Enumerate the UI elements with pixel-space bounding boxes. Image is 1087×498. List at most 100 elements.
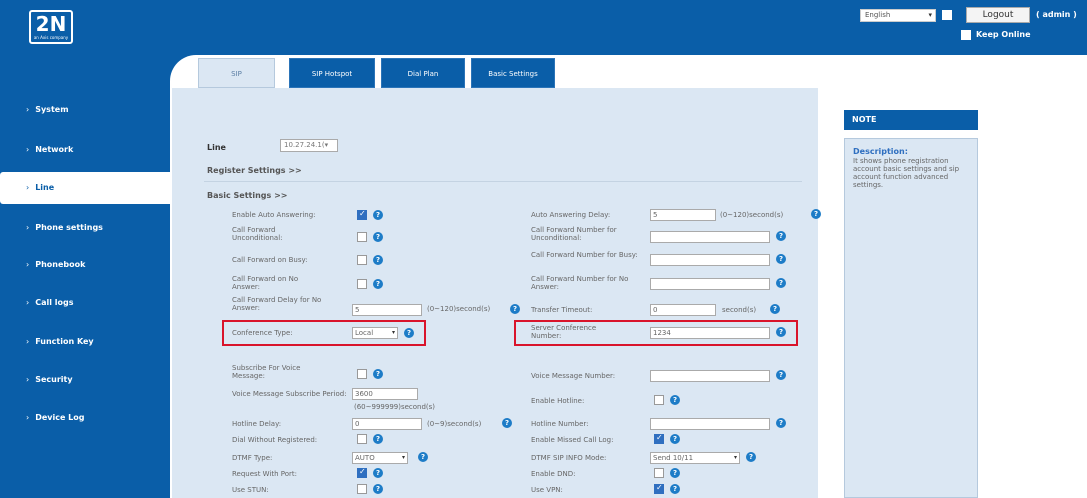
cf-number-busy-input[interactable] bbox=[650, 254, 770, 266]
help-icon[interactable]: ? bbox=[373, 255, 383, 265]
conference-type-select[interactable]: Local ▾ bbox=[352, 327, 398, 339]
help-icon[interactable]: ? bbox=[502, 418, 512, 428]
sidebar-item-label: System bbox=[35, 105, 69, 114]
dtmf-sip-info-mode-label: DTMF SIP INFO Mode: bbox=[531, 454, 607, 462]
call-forward-unconditional-checkbox[interactable] bbox=[357, 232, 367, 242]
help-icon[interactable]: ? bbox=[510, 304, 520, 314]
transfer-timeout-unit: second(s) bbox=[722, 306, 757, 314]
sidebar-item-label: Call logs bbox=[35, 298, 74, 307]
help-icon[interactable]: ? bbox=[373, 210, 383, 220]
logout-button[interactable]: Logout bbox=[966, 7, 1030, 23]
sidebar-item-function-key[interactable]: › Function Key bbox=[0, 327, 170, 357]
voice-message-subscribe-period-input[interactable]: 3600 bbox=[352, 388, 418, 400]
help-icon[interactable]: ? bbox=[776, 418, 786, 428]
enable-missed-call-log-checkbox[interactable] bbox=[654, 433, 664, 444]
sidebar-item-system[interactable]: › System bbox=[0, 95, 170, 125]
cf-number-unconditional-input[interactable] bbox=[650, 231, 770, 243]
sidebar-item-phone-settings[interactable]: › Phone settings bbox=[0, 213, 170, 243]
enable-hotline-label: Enable Hotline: bbox=[531, 397, 585, 405]
help-icon[interactable]: ? bbox=[670, 434, 680, 444]
hotline-delay-input[interactable]: 0 bbox=[352, 418, 422, 430]
note-header: NOTE bbox=[844, 110, 978, 130]
use-vpn-checkbox[interactable] bbox=[654, 483, 664, 494]
help-icon[interactable]: ? bbox=[811, 209, 821, 219]
cf-number-unconditional-label: Call Forward Number for Unconditional: bbox=[531, 226, 617, 242]
help-icon[interactable]: ? bbox=[404, 328, 414, 338]
hotline-delay-unit: (0~9)second(s) bbox=[427, 420, 482, 428]
bullet-icon: › bbox=[26, 260, 30, 269]
sidebar-item-security[interactable]: › Security bbox=[0, 365, 170, 395]
sidebar-item-call-logs[interactable]: › Call logs bbox=[0, 288, 170, 318]
note-title: Description: bbox=[853, 147, 908, 156]
logo: 2N an Axis company bbox=[29, 10, 73, 44]
help-icon[interactable]: ? bbox=[373, 279, 383, 289]
call-forward-on-busy-checkbox[interactable] bbox=[357, 255, 367, 265]
sidebar-item-label: Phonebook bbox=[35, 260, 86, 269]
sidebar-item-label: Network bbox=[35, 145, 74, 154]
help-icon[interactable]: ? bbox=[373, 434, 383, 444]
help-icon[interactable]: ? bbox=[418, 452, 428, 462]
enable-hotline-checkbox[interactable] bbox=[654, 395, 664, 405]
bullet-icon: › bbox=[26, 223, 30, 232]
sidebar-item-label: Function Key bbox=[35, 337, 94, 346]
call-forward-unconditional-label: Call Forward Unconditional: bbox=[232, 226, 283, 242]
register-settings-toggle[interactable]: Register Settings >> bbox=[207, 166, 302, 175]
hotline-number-input[interactable] bbox=[650, 418, 770, 430]
dtmf-type-select[interactable]: AUTO ▾ bbox=[352, 452, 408, 464]
keep-online-checkbox[interactable] bbox=[961, 30, 971, 40]
sidebar-item-label: Device Log bbox=[35, 413, 85, 422]
sidebar-item-phonebook[interactable]: › Phonebook bbox=[0, 250, 170, 280]
cf-number-no-answer-input[interactable] bbox=[650, 278, 770, 290]
help-icon[interactable]: ? bbox=[373, 484, 383, 494]
cf-number-no-answer-label: Call Forward Number for No Answer: bbox=[531, 275, 629, 291]
tab-basic-settings[interactable]: Basic Settings bbox=[471, 58, 555, 88]
basic-settings-toggle[interactable]: Basic Settings >> bbox=[207, 191, 287, 200]
help-icon[interactable]: ? bbox=[373, 232, 383, 242]
help-icon[interactable]: ? bbox=[776, 327, 786, 337]
help-icon[interactable]: ? bbox=[373, 369, 383, 379]
request-with-port-checkbox[interactable] bbox=[357, 467, 367, 478]
bullet-icon: › bbox=[26, 413, 30, 422]
dtmf-sip-info-mode-select[interactable]: Send 10/11 ▾ bbox=[650, 452, 740, 464]
enable-auto-answering-checkbox[interactable] bbox=[357, 209, 367, 220]
call-forward-delay-input[interactable]: 5 bbox=[352, 304, 422, 316]
help-icon[interactable]: ? bbox=[770, 304, 780, 314]
user-label: ( admin ) bbox=[1036, 10, 1077, 19]
use-vpn-label: Use VPN: bbox=[531, 486, 563, 494]
help-icon[interactable]: ? bbox=[776, 231, 786, 241]
use-stun-checkbox[interactable] bbox=[357, 484, 367, 494]
dtmf-type-label: DTMF Type: bbox=[232, 454, 273, 462]
tab-dial-plan[interactable]: Dial Plan bbox=[381, 58, 465, 88]
server-conference-number-label: Server Conference Number: bbox=[531, 324, 597, 340]
help-icon[interactable]: ? bbox=[670, 468, 680, 478]
sidebar-item-line[interactable]: › Line bbox=[0, 172, 172, 204]
help-icon[interactable]: ? bbox=[776, 370, 786, 380]
help-icon[interactable]: ? bbox=[776, 254, 786, 264]
help-icon[interactable]: ? bbox=[746, 452, 756, 462]
subscribe-voice-message-checkbox[interactable] bbox=[357, 369, 367, 379]
call-forward-on-no-answer-checkbox[interactable] bbox=[357, 279, 367, 289]
dial-without-registered-checkbox[interactable] bbox=[357, 434, 367, 444]
auto-answering-delay-input[interactable]: 5 bbox=[650, 209, 716, 221]
sidebar-item-device-log[interactable]: › Device Log bbox=[0, 403, 170, 433]
sidebar-item-network[interactable]: › Network bbox=[0, 135, 170, 165]
help-icon[interactable]: ? bbox=[670, 484, 680, 494]
bullet-icon: › bbox=[26, 375, 30, 384]
sidebar-item-label: Phone settings bbox=[35, 223, 103, 232]
hotline-number-label: Hotline Number: bbox=[531, 420, 589, 428]
line-label: Line bbox=[207, 143, 226, 152]
line-select[interactable]: 10.27.24.1(▾ bbox=[280, 139, 338, 152]
help-icon[interactable]: ? bbox=[373, 468, 383, 478]
voice-message-number-input[interactable] bbox=[650, 370, 770, 382]
note-text: It shows phone registration account basi… bbox=[853, 157, 960, 189]
enable-dnd-checkbox[interactable] bbox=[654, 468, 664, 478]
server-conference-number-input[interactable]: 1234 bbox=[650, 327, 770, 339]
call-forward-on-busy-label: Call Forward on Busy: bbox=[232, 256, 308, 264]
tab-sip-hotspot[interactable]: SIP Hotspot bbox=[289, 58, 375, 88]
tab-sip[interactable]: SIP bbox=[198, 58, 275, 88]
language-go-box[interactable] bbox=[942, 10, 952, 20]
language-select[interactable]: English ▾ bbox=[860, 9, 936, 22]
help-icon[interactable]: ? bbox=[670, 395, 680, 405]
help-icon[interactable]: ? bbox=[776, 278, 786, 288]
transfer-timeout-input[interactable]: 0 bbox=[650, 304, 716, 316]
